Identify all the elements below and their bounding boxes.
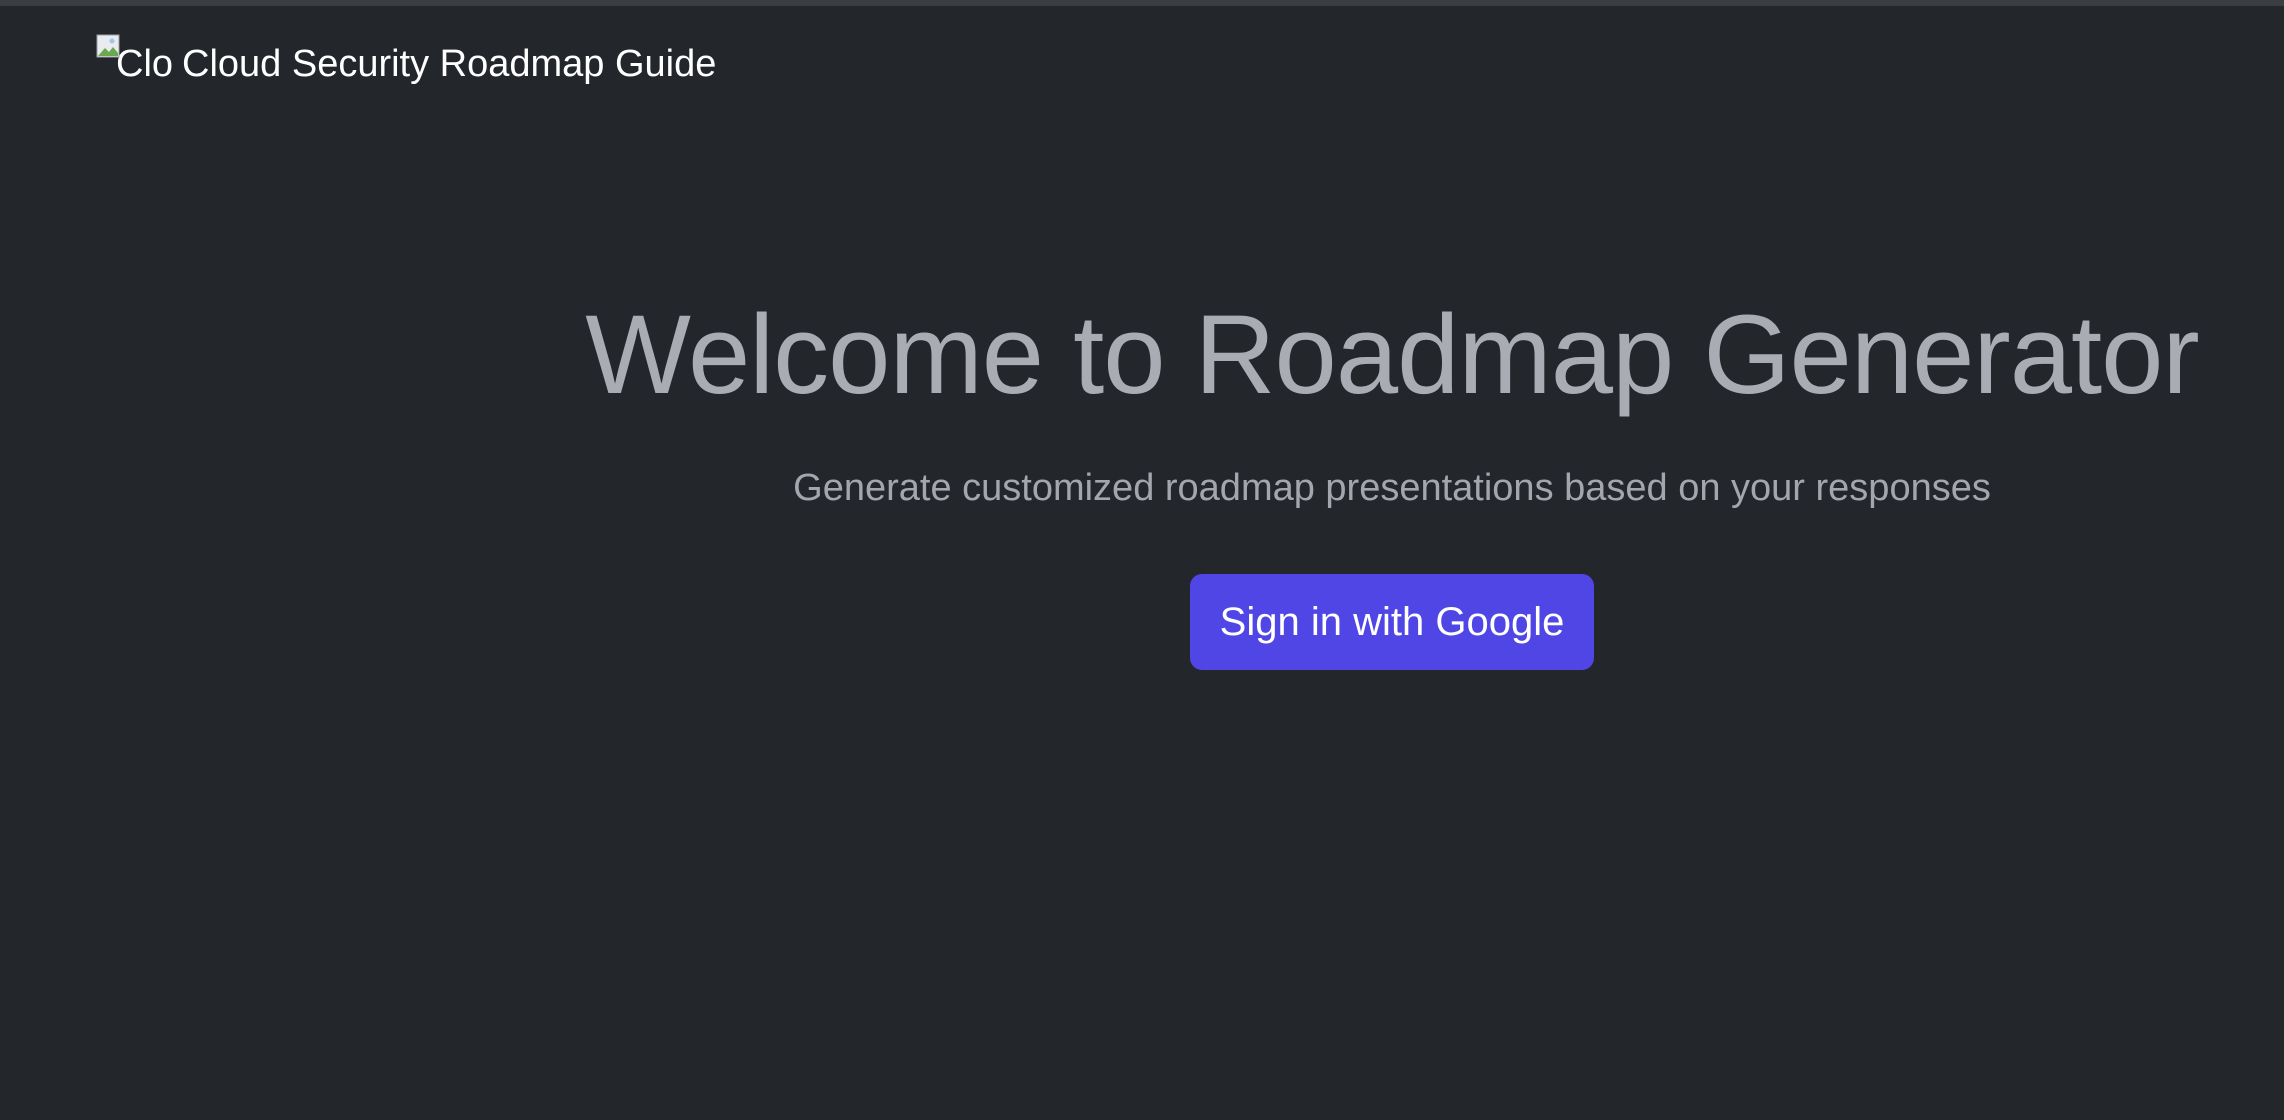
broken-image-icon bbox=[96, 34, 120, 58]
top-border bbox=[0, 0, 2284, 6]
page-subtitle: Generate customized roadmap presentation… bbox=[793, 467, 1991, 509]
page-title: Welcome to Roadmap Generator bbox=[585, 292, 2199, 417]
sign-in-google-button[interactable]: Sign in with Google bbox=[1190, 574, 1594, 670]
logo-link[interactable]: Clo bbox=[96, 34, 176, 94]
navbar: Clo Cloud Security Roadmap Guide bbox=[96, 34, 716, 94]
brand-title[interactable]: Cloud Security Roadmap Guide bbox=[182, 34, 716, 94]
